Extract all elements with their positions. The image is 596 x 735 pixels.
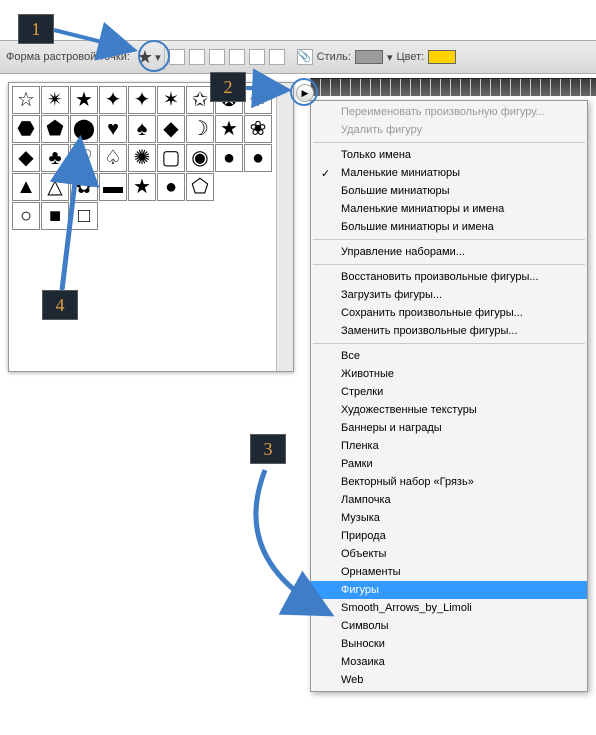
annotation-arrow (0, 0, 596, 735)
